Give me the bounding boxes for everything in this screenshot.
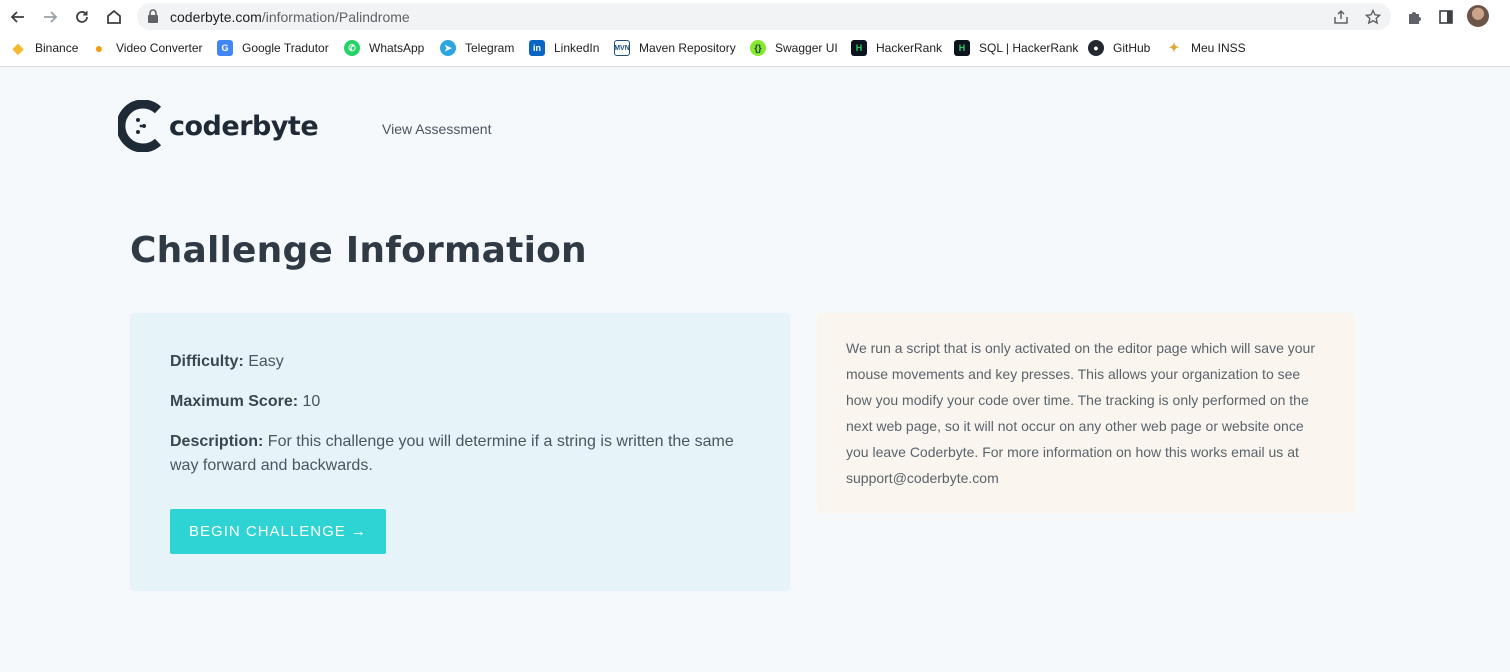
telegram-icon: ➤ <box>440 40 456 56</box>
difficulty-label: Difficulty: <box>170 353 244 370</box>
hackerrank-icon: H <box>954 40 970 56</box>
bookmark-label: GitHub <box>1113 41 1151 55</box>
bookmark-telegram[interactable]: ➤ Telegram <box>440 39 514 57</box>
bookmark-label: LinkedIn <box>554 41 600 55</box>
bookmark-label: SQL | HackerRank <box>979 41 1079 55</box>
google-translate-icon: G <box>217 40 233 56</box>
bookmark-meu-inss[interactable]: ✦ Meu INSS <box>1166 39 1246 57</box>
bookmark-github[interactable]: ● GitHub <box>1088 39 1150 57</box>
home-button[interactable] <box>102 5 126 29</box>
bookmark-label: Maven Repository <box>639 41 736 55</box>
max-score-label: Maximum Score: <box>170 393 299 410</box>
arrow-left-icon <box>10 11 24 23</box>
puzzle-icon <box>1409 12 1421 24</box>
url-path: /information/Palindrome <box>261 9 410 25</box>
bookmark-label: Video Converter <box>116 41 203 55</box>
max-score-value: 10 <box>302 393 321 410</box>
bookmark-google-tradutor[interactable]: G Google Tradutor <box>217 39 329 57</box>
max-score-row: Maximum Score: 10 <box>170 390 320 414</box>
bookmark-maven-repository[interactable]: MVN Maven Repository <box>614 39 736 57</box>
bookmark-label: WhatsApp <box>369 41 425 55</box>
bookmark-label: HackerRank <box>876 41 943 55</box>
bookmark-label: Swagger UI <box>775 41 838 55</box>
bookmark-hackerrank[interactable]: H HackerRank <box>851 39 942 57</box>
star-icon <box>1365 9 1381 25</box>
bookmark-binance[interactable]: ◆ Binance <box>10 39 79 57</box>
tracking-notice-text: We run a script that is only activated o… <box>846 340 1315 486</box>
bookmark-star-button[interactable] <box>1363 7 1383 27</box>
home-icon <box>107 9 121 24</box>
hackerrank-icon: H <box>851 40 867 56</box>
maven-icon: MVN <box>614 40 630 56</box>
coderbyte-logo[interactable]: coderbyte <box>118 100 319 152</box>
page-title: Challenge Information <box>130 230 587 271</box>
bookmark-label: Binance <box>35 41 79 55</box>
coderbyte-logo-icon <box>118 100 162 152</box>
forward-button[interactable] <box>38 5 62 29</box>
binance-icon: ◆ <box>12 39 24 56</box>
address-bar[interactable]: coderbyte.com/information/Palindrome <box>137 3 1391 30</box>
swagger-icon: {} <box>750 40 766 56</box>
description-label: Description: <box>170 433 264 450</box>
bookmarks-bar: ◆ Binance ● Video Converter G Google Tra… <box>0 36 1510 60</box>
view-assessment-link[interactable]: View Assessment <box>382 121 491 137</box>
bookmark-swagger-ui[interactable]: {} Swagger UI <box>750 39 838 57</box>
side-panel-button[interactable] <box>1434 5 1458 29</box>
url-text: coderbyte.com/information/Palindrome <box>170 9 410 25</box>
logo-text: coderbyte <box>169 110 319 142</box>
bookmark-label: Meu INSS <box>1191 41 1246 55</box>
lock-icon <box>148 9 158 23</box>
side-panel-icon <box>1439 10 1453 24</box>
reload-icon <box>76 11 88 23</box>
tracking-notice-card: We run a script that is only activated o… <box>817 313 1354 513</box>
bookmark-whatsapp[interactable]: ✆ WhatsApp <box>344 39 424 57</box>
browser-chrome: coderbyte.com/information/Palindrome ◆ B… <box>0 0 1510 67</box>
difficulty-value: Easy <box>248 353 284 370</box>
browser-toolbar: coderbyte.com/information/Palindrome <box>0 0 1510 33</box>
bookmark-sql-hackerrank[interactable]: H SQL | HackerRank <box>954 39 1078 57</box>
video-converter-icon: ● <box>94 40 104 56</box>
back-button[interactable] <box>6 5 30 29</box>
whatsapp-icon: ✆ <box>344 40 360 56</box>
url-host: coderbyte.com <box>170 9 262 25</box>
share-button[interactable] <box>1331 7 1351 27</box>
bookmark-label: Telegram <box>465 41 515 55</box>
difficulty-row: Difficulty: Easy <box>170 350 284 374</box>
extensions-button[interactable] <box>1402 5 1426 29</box>
bookmark-video-converter[interactable]: ● Video Converter <box>91 39 203 57</box>
begin-challenge-button[interactable]: BEGIN CHALLENGE → <box>170 509 386 554</box>
share-icon <box>1334 9 1348 24</box>
github-icon: ● <box>1088 40 1104 56</box>
inss-icon: ✦ <box>1168 40 1180 55</box>
arrow-right-icon <box>44 11 58 23</box>
reload-button[interactable] <box>70 5 94 29</box>
bookmark-linkedin[interactable]: in LinkedIn <box>529 39 599 57</box>
bookmark-label: Google Tradutor <box>242 41 329 55</box>
linkedin-icon: in <box>529 40 545 56</box>
challenge-info-card: Difficulty: Easy Maximum Score: 10 Descr… <box>130 313 790 591</box>
profile-avatar[interactable] <box>1467 5 1489 27</box>
description-row: Description: For this challenge you will… <box>170 430 760 478</box>
